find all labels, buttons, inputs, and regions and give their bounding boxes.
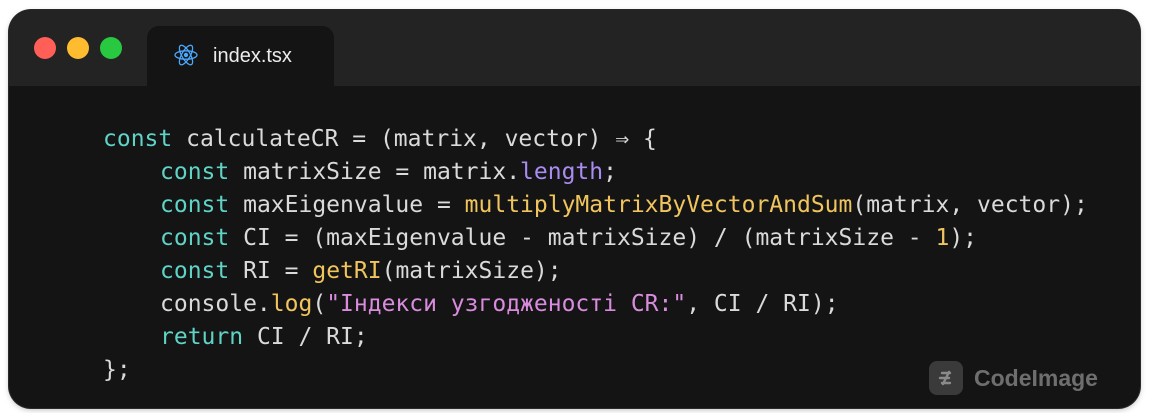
code-line: const RI = getRI(matrixSize);	[103, 255, 1088, 288]
property-token: length	[520, 159, 604, 185]
code-line: console.log("Індекси узгодженості CR:", …	[103, 288, 1088, 321]
keyword-token: const	[160, 258, 230, 284]
tab-index-tsx[interactable]: index.tsx	[147, 26, 334, 86]
code-block: const calculateCR = (matrix, vector) ⇒ {…	[103, 123, 1088, 387]
codeimage-logo-icon	[929, 361, 963, 395]
title-bar: index.tsx	[9, 10, 1140, 86]
code-text: );	[949, 225, 978, 251]
keyword-token: const	[160, 192, 230, 218]
watermark-label: CodeImage	[974, 364, 1098, 391]
code-text: console.	[160, 291, 271, 317]
code-text: RI =	[229, 258, 313, 284]
keyword-token: const	[160, 159, 230, 185]
tab-label: index.tsx	[213, 45, 292, 67]
code-text: CI / RI;	[243, 324, 368, 350]
code-window: index.tsx const calculateCR = (matrix, v…	[9, 10, 1140, 408]
function-token: log	[270, 291, 313, 317]
code-line: const calculateCR = (matrix, vector) ⇒ {	[103, 123, 1088, 156]
maximize-button[interactable]	[100, 37, 122, 59]
code-line: const matrixSize = matrix.length;	[103, 156, 1088, 189]
close-button[interactable]	[34, 37, 56, 59]
code-line: const CI = (maxEigenvalue - matrixSize) …	[103, 222, 1088, 255]
code-text: (matrix, vector);	[852, 192, 1088, 218]
minimize-button[interactable]	[67, 37, 89, 59]
number-token: 1	[935, 225, 950, 251]
code-text: matrixSize = matrix.	[229, 159, 521, 185]
code-text: (matrixSize);	[381, 258, 562, 284]
code-text: , CI / RI);	[686, 291, 839, 317]
code-text: ;	[603, 159, 617, 185]
code-text: CI = (maxEigenvalue - matrixSize) / (mat…	[229, 225, 936, 251]
string-token: "Індекси узгодженості CR:"	[326, 291, 687, 317]
code-text: maxEigenvalue =	[229, 192, 465, 218]
keyword-token: const	[103, 126, 173, 152]
code-text: };	[103, 357, 131, 383]
codeimage-watermark: CodeImage	[929, 360, 1098, 396]
code-text: (	[312, 291, 327, 317]
code-text: calculateCR = (matrix, vector) ⇒ {	[172, 126, 657, 152]
code-line: return CI / RI;	[103, 321, 1088, 354]
react-icon	[174, 44, 198, 66]
code-line: const maxEigenvalue = multiplyMatrixByVe…	[103, 189, 1088, 222]
function-token: multiplyMatrixByVectorAndSum	[464, 192, 853, 218]
keyword-token: const	[160, 225, 230, 251]
function-token: getRI	[312, 258, 382, 284]
keyword-token: return	[160, 324, 244, 350]
